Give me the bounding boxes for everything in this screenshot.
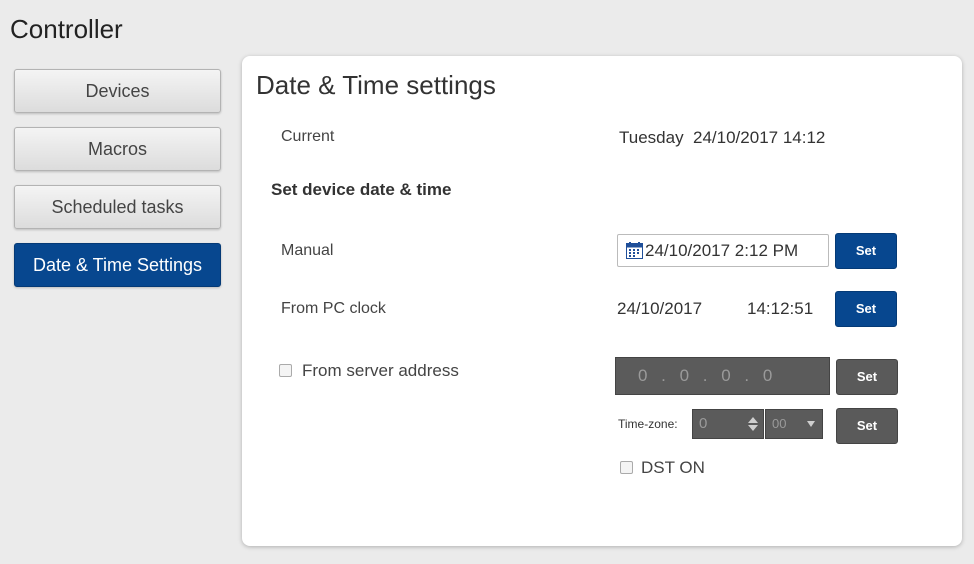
timezone-label: Time-zone: — [618, 417, 678, 431]
manual-label: Manual — [281, 242, 334, 259]
manual-set-button[interactable]: Set — [835, 233, 897, 269]
chevron-down-icon — [807, 421, 815, 427]
current-value: Tuesday 24/10/2017 14:12 — [619, 128, 826, 147]
manual-date-value: 24/10/2017 2:12 PM — [645, 241, 799, 260]
nav-date-time-settings-button[interactable]: Date & Time Settings — [14, 243, 221, 287]
dst-checkbox[interactable] — [620, 461, 633, 474]
spinner-icon[interactable] — [747, 416, 759, 432]
date-time-panel: Date & Time settings Current Tuesday 24/… — [242, 56, 962, 546]
server-address-checkbox[interactable] — [279, 364, 292, 377]
nav-macros-button[interactable]: Macros — [14, 127, 221, 171]
section-title: Set device date & time — [271, 180, 452, 199]
nav-scheduled-tasks-button[interactable]: Scheduled tasks — [14, 185, 221, 229]
sidebar-nav: Devices Macros Scheduled tasks Date & Ti… — [14, 69, 221, 301]
manual-date-input[interactable]: 24/10/2017 2:12 PM — [617, 234, 829, 267]
timezone-minutes-select[interactable]: 00 — [765, 409, 823, 439]
server-ip-input[interactable]: 0 . 0 . 0 . 0 — [615, 357, 830, 395]
nav-devices-button[interactable]: Devices — [14, 69, 221, 113]
pc-clock-date: 24/10/2017 — [617, 299, 703, 318]
current-label: Current — [281, 128, 335, 145]
timezone-minutes-value: 00 — [772, 416, 787, 431]
app-title: Controller — [10, 14, 123, 44]
calendar-icon[interactable] — [626, 238, 643, 259]
timezone-hours-value: 0 — [699, 415, 708, 432]
dst-label: DST ON — [641, 458, 705, 477]
timezone-hours-input[interactable]: 0 — [692, 409, 764, 439]
panel-title: Date & Time settings — [256, 70, 496, 100]
server-set-button[interactable]: Set — [836, 359, 898, 395]
pc-clock-set-button[interactable]: Set — [835, 291, 897, 327]
timezone-set-button[interactable]: Set — [836, 408, 898, 444]
server-address-label: From server address — [302, 361, 459, 380]
pc-clock-time: 14:12:51 — [747, 299, 814, 318]
pc-clock-label: From PC clock — [281, 300, 386, 317]
